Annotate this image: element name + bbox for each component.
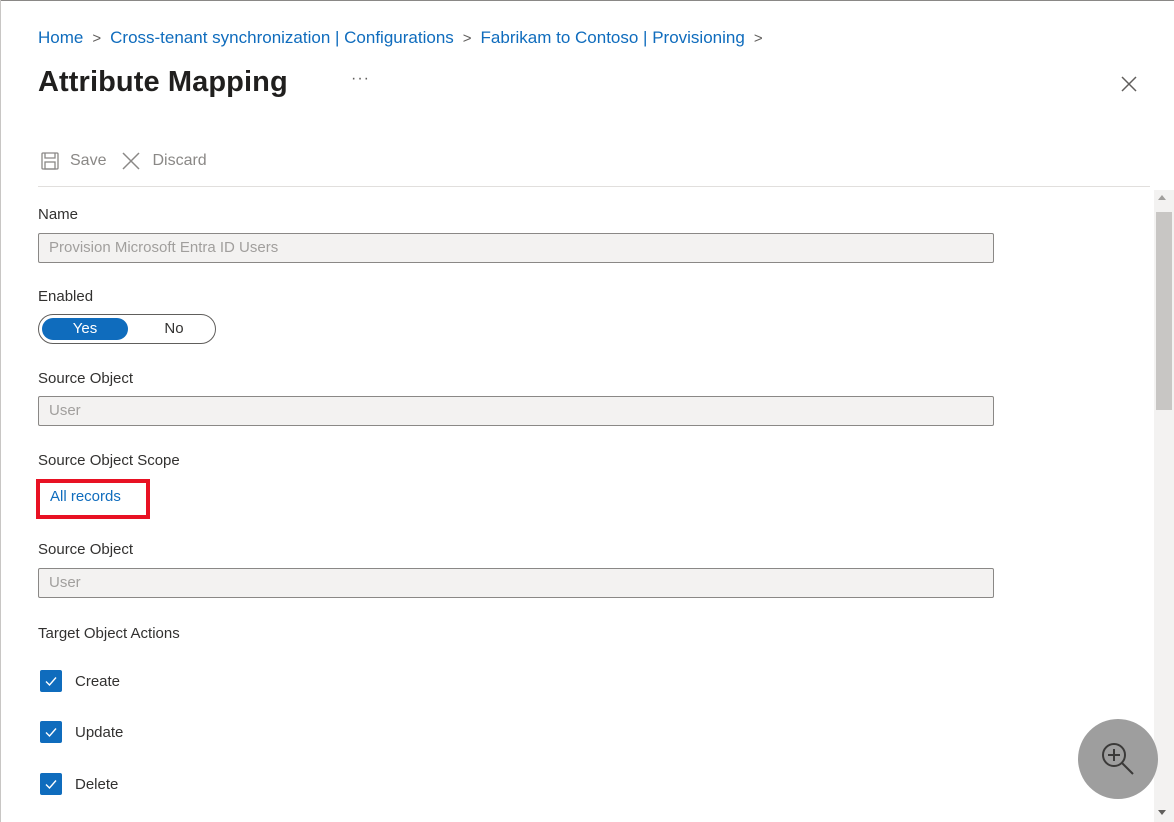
- source-object-label: Source Object: [38, 370, 134, 387]
- enabled-toggle[interactable]: Yes No: [38, 314, 216, 344]
- highlight-box: [36, 479, 150, 519]
- command-bar: Save Discard: [40, 150, 221, 172]
- discard-icon: [122, 152, 140, 170]
- checkmark-icon: [45, 677, 57, 687]
- breadcrumb: Home > Cross-tenant synchronization | Co…: [38, 28, 772, 48]
- close-button[interactable]: [1117, 72, 1141, 96]
- discard-button[interactable]: Discard: [120, 150, 207, 172]
- top-border: [0, 0, 1174, 1]
- create-label: Create: [75, 672, 121, 690]
- source-object-label-2: Source Object: [38, 541, 134, 558]
- source-object-field-2[interactable]: User: [38, 568, 994, 598]
- enabled-label: Enabled: [38, 288, 94, 305]
- checkbox-box[interactable]: [40, 721, 62, 743]
- save-icon: [41, 152, 59, 170]
- scroll-down-arrow-icon[interactable]: [1158, 810, 1166, 815]
- page-title: Attribute Mapping: [38, 66, 288, 98]
- enabled-no-option[interactable]: No: [149, 318, 199, 340]
- save-button[interactable]: Save: [40, 151, 106, 171]
- name-label: Name: [38, 206, 79, 223]
- breadcrumb-separator: >: [753, 29, 763, 47]
- target-object-actions-label: Target Object Actions: [38, 625, 180, 642]
- zoom-in-button[interactable]: [1078, 719, 1158, 799]
- checkbox-box[interactable]: [40, 670, 62, 692]
- source-object-scope-label: Source Object Scope: [38, 452, 180, 469]
- source-object-field[interactable]: User: [38, 396, 994, 426]
- more-options-button[interactable]: ···: [351, 70, 370, 88]
- scrollbar-thumb[interactable]: [1156, 212, 1172, 410]
- checkmark-icon: [45, 728, 57, 738]
- delete-label: Delete: [75, 775, 119, 793]
- breadcrumb-provisioning[interactable]: Fabrikam to Contoso | Provisioning: [481, 28, 745, 48]
- toolbar-divider: [38, 186, 1150, 187]
- left-border: [0, 0, 1, 822]
- save-label: Save: [70, 152, 107, 169]
- update-label: Update: [75, 723, 124, 741]
- update-checkbox[interactable]: Update: [40, 721, 123, 743]
- checkmark-icon: [45, 780, 57, 790]
- zoom-in-icon: [1102, 743, 1134, 775]
- breadcrumb-separator: >: [92, 29, 102, 47]
- enabled-yes-option[interactable]: Yes: [42, 318, 128, 340]
- delete-checkbox[interactable]: Delete: [40, 773, 118, 795]
- scroll-up-arrow-icon[interactable]: [1158, 195, 1166, 200]
- discard-label: Discard: [152, 152, 207, 169]
- create-checkbox[interactable]: Create: [40, 670, 120, 692]
- breadcrumb-configurations[interactable]: Cross-tenant synchronization | Configura…: [110, 28, 454, 48]
- close-icon: [1121, 76, 1137, 92]
- breadcrumb-separator: >: [462, 29, 472, 47]
- name-field[interactable]: Provision Microsoft Entra ID Users: [38, 233, 994, 263]
- checkbox-box[interactable]: [40, 773, 62, 795]
- breadcrumb-home[interactable]: Home: [38, 28, 83, 48]
